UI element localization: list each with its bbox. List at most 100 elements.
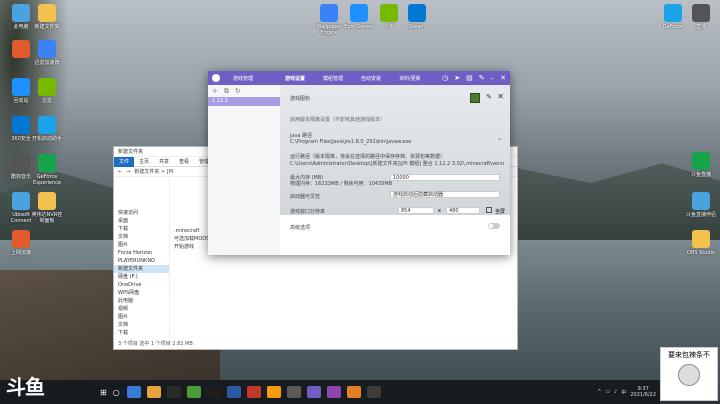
nav-item[interactable]: 硬盘 (F:)	[114, 273, 169, 281]
forward-arrow-icon[interactable]: →	[126, 169, 130, 175]
copy-version-icon[interactable]: ⧉	[224, 87, 229, 96]
tab-game-manage[interactable]: 游戏管理	[224, 75, 262, 82]
refresh-icon[interactable]: ↻	[235, 87, 241, 95]
edit-icon[interactable]: ✎	[486, 93, 492, 101]
app-icon	[692, 192, 710, 210]
clock[interactable]: 9:37 2021/6/22	[630, 386, 656, 398]
nav-item[interactable]: Forza Horizon	[114, 249, 169, 257]
java-path-value[interactable]: C:\Program Files\Java\jre1.8.0_291\bin\j…	[290, 139, 504, 145]
desktop-icon-label: Steam	[408, 24, 426, 30]
grass-block-icon[interactable]	[470, 93, 480, 103]
tab-resources[interactable]: 资料/更新	[390, 75, 430, 82]
taskbar-app-icon[interactable]	[146, 386, 161, 398]
nav-item[interactable]: 下载	[114, 225, 169, 233]
version-item[interactable]: 1.12.2	[208, 97, 280, 106]
desktop-icon[interactable]: 英伟达NVR控制面板	[30, 192, 64, 224]
close-icon[interactable]: ✕	[500, 74, 506, 82]
ribbon-tab-home[interactable]: 主页	[134, 158, 154, 165]
desktop-icon[interactable]: 新建文件夹	[30, 4, 64, 30]
taskbar-app-icon[interactable]	[346, 386, 361, 398]
desktop-icon-label: 直播	[695, 24, 706, 30]
tab-mod-manage[interactable]: 模组管理	[314, 75, 352, 82]
ribbon-tab-share[interactable]: 共享	[154, 158, 174, 165]
desktop-icon[interactable]: GeForce Experience	[30, 154, 64, 186]
taskbar-app-icon[interactable]	[206, 386, 221, 398]
volume-icon[interactable]: ♪	[614, 389, 617, 395]
app-icon	[12, 116, 30, 134]
desktop-icon-label: 斗鱼直播伴侣	[685, 212, 716, 218]
ribbon-tab-file[interactable]: 文件	[114, 156, 135, 167]
window-width-input[interactable]: 854	[398, 207, 434, 214]
desktop-icon[interactable]: OBS Studio	[684, 230, 718, 256]
chevron-down-icon[interactable]: ⌄	[497, 135, 502, 142]
meme-sticker: 要来包辣条不	[660, 347, 718, 401]
app-icon	[12, 78, 30, 96]
fullscreen-label: 全屏	[495, 209, 506, 215]
desktop-icon[interactable]: 斗鱼直播伴侣	[684, 192, 718, 218]
nav-item[interactable]: 此电脑	[114, 297, 169, 305]
desktop-icon[interactable]: 开机启动助手	[30, 116, 64, 142]
app-icon	[38, 192, 56, 210]
minimize-icon[interactable]: –	[491, 74, 495, 82]
desktop-icon[interactable]: 直播	[684, 4, 718, 30]
address-path[interactable]: 新建文件夹 > [PI	[134, 168, 173, 175]
app-icon	[12, 230, 30, 248]
taskbar-app-icon[interactable]	[226, 386, 241, 398]
desktop-icon[interactable]: 上网加速	[4, 230, 38, 256]
nav-item[interactable]: 视频	[114, 305, 169, 313]
taskbar-app-icon[interactable]	[286, 386, 301, 398]
desktop-icon-label: Ubisoft Connect	[10, 212, 32, 224]
taskbar-app-icon[interactable]	[166, 386, 181, 398]
version-list-pane: + ⧉ ↻ 1.12.2	[208, 85, 280, 255]
fullscreen-checkbox[interactable]	[486, 207, 492, 213]
run-dir-value[interactable]: C:\Users\Administrator\Desktop\[新建文件夹]\[…	[290, 160, 504, 167]
windows-start-icon[interactable]: ⊞	[100, 388, 107, 397]
desktop-icon-label: 酷狗音乐	[10, 174, 31, 180]
desktop-icon[interactable]: Wallpaper Engine	[312, 4, 346, 36]
desktop-icon[interactable]: 迅雷	[30, 78, 64, 104]
wrench-icon[interactable]: ✎	[479, 74, 485, 82]
nav-item[interactable]: 图片	[114, 313, 169, 321]
nav-item[interactable]: PLAYERUNKNO	[114, 257, 169, 265]
send-icon[interactable]: ➤	[454, 74, 460, 82]
nav-item[interactable]: 快速访问	[114, 209, 169, 217]
nav-item[interactable]: 新建文件夹	[114, 265, 169, 273]
nav-item[interactable]: OneDrive	[114, 281, 169, 289]
taskbar-app-icon[interactable]	[326, 386, 341, 398]
memory-input[interactable]: 10000	[390, 174, 500, 181]
taskbar-app-icon[interactable]	[266, 386, 281, 398]
nav-item[interactable]: WPS网盘	[114, 289, 169, 297]
search-icon[interactable]: ○	[113, 388, 120, 397]
launcher-visibility-select[interactable]: 游戏启动后隐藏启动器	[390, 191, 500, 198]
nav-item[interactable]: 文档	[114, 321, 169, 329]
taskbar-app-icon[interactable]	[246, 386, 261, 398]
isolation-checkbox-label[interactable]: 启用版本隔离设置（不影响其他游戏版本）	[290, 116, 504, 123]
window-height-input[interactable]: 480	[446, 207, 480, 214]
nav-item[interactable]: 文档	[114, 233, 169, 241]
tab-auto-install[interactable]: 自动安装	[352, 75, 390, 82]
minecraft-launcher-window[interactable]: 游戏管理 游戏设置 模组管理 自动安装 资料/更新 ◷ ➤ ▤ ✎ – ✕ + …	[208, 71, 510, 255]
taskbar-app-icon[interactable]	[366, 386, 381, 398]
nav-item[interactable]: 桌面	[114, 217, 169, 225]
desktop-icon[interactable]: Steam	[400, 4, 434, 30]
desktop-icon[interactable]: 斗鱼直播	[684, 152, 718, 178]
add-version-icon[interactable]: +	[212, 87, 218, 95]
back-arrow-icon[interactable]: ←	[118, 169, 122, 175]
taskbar-app-icon[interactable]	[126, 386, 141, 398]
tab-game-settings[interactable]: 游戏设置	[276, 75, 314, 82]
store-icon[interactable]: ▤	[466, 74, 473, 82]
close-settings-icon[interactable]: ✕	[497, 92, 504, 101]
ribbon-tab-view[interactable]: 查看	[174, 158, 194, 165]
desktop-icon[interactable]: 迅雷加速器	[30, 40, 64, 66]
language-indicator[interactable]: 中	[621, 389, 626, 396]
taskbar-app-icon[interactable]	[186, 386, 201, 398]
desktop-icon[interactable]: Epic Games	[342, 4, 376, 30]
tray-up-icon[interactable]: ^	[597, 389, 601, 395]
network-icon[interactable]: ▭	[605, 389, 610, 395]
taskbar-app-icon[interactable]	[306, 386, 321, 398]
nav-item[interactable]: 图片	[114, 241, 169, 249]
clock-icon[interactable]: ◷	[442, 74, 448, 82]
explorer-title: 新建文件夹	[118, 149, 144, 155]
advanced-toggle[interactable]	[488, 223, 500, 229]
nav-item[interactable]: 下载	[114, 329, 169, 337]
